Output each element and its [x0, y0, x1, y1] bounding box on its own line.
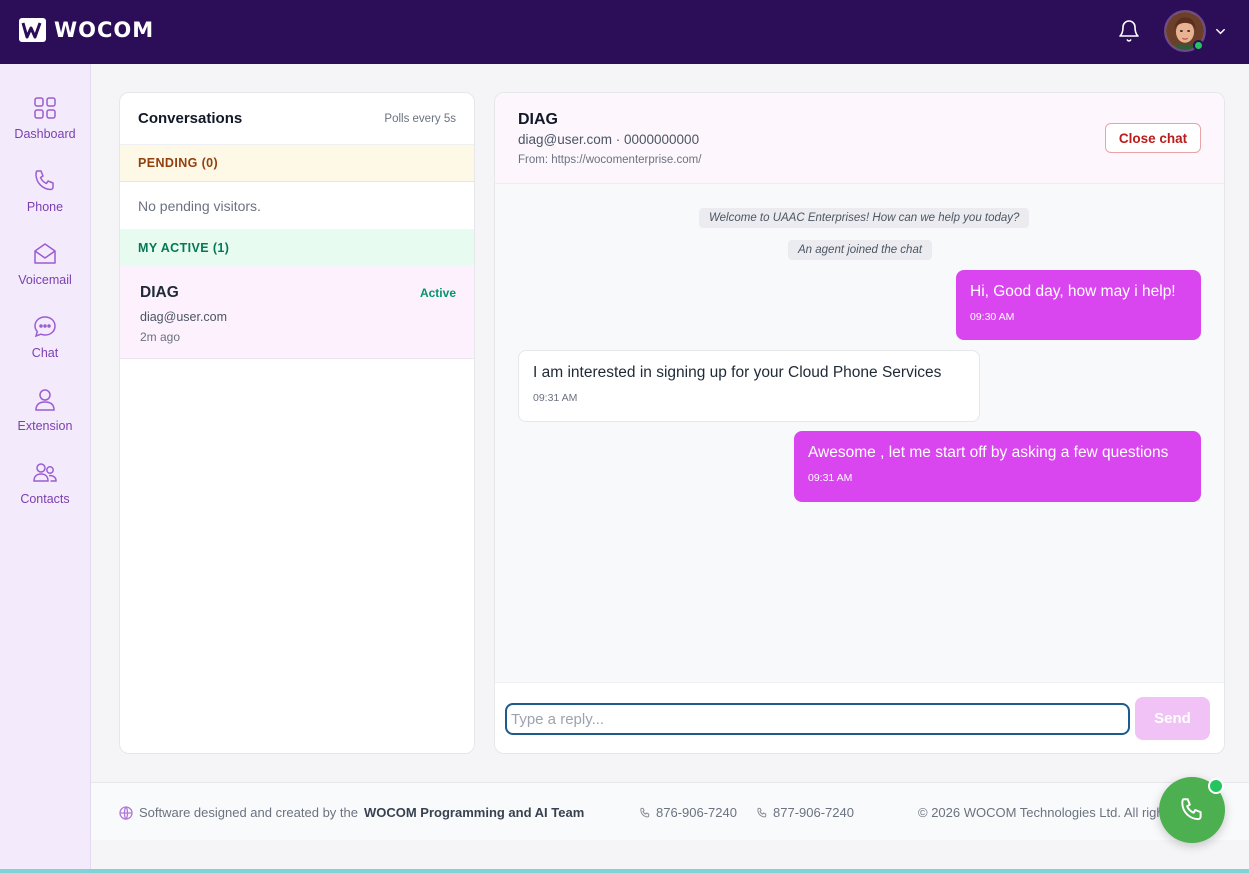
message-incoming: I am interested in signing up for your C… [518, 350, 980, 422]
chat-visitor-source: From: https://wocomenterprise.com/ [518, 154, 702, 166]
footer-credit: Software designed and created by the WOC… [119, 805, 584, 820]
phone-icon [757, 807, 767, 817]
sidebar-item-contacts[interactable]: Contacts [0, 460, 90, 520]
user-icon [35, 389, 55, 411]
online-status-dot [1193, 40, 1204, 51]
sidebar-item-dashboard[interactable]: Dashboard [0, 95, 90, 155]
message-time: 09:30 AM [970, 311, 1015, 323]
sidebar-item-phone[interactable]: Phone [0, 168, 90, 228]
envelope-icon [34, 243, 56, 264]
active-section-header: MY ACTIVE (1) [120, 229, 474, 266]
call-status-dot [1208, 778, 1224, 794]
sidebar-item-extension[interactable]: Extension [0, 387, 90, 447]
pending-empty-message: No pending visitors. [138, 197, 261, 214]
conversation-time: 2m ago [140, 330, 181, 344]
pending-section-header: PENDING (0) [120, 145, 474, 182]
sidebar: Dashboard Phone Voicemail Chat Extension [0, 64, 91, 873]
message-text: Awesome , let me start off by asking a f… [808, 444, 1169, 461]
message-outgoing: Awesome , let me start off by asking a f… [794, 431, 1201, 502]
sidebar-item-voicemail[interactable]: Voicemail [0, 241, 90, 301]
footer-phone-1[interactable]: 876-906-7240 [639, 805, 737, 820]
logo-mark-icon [19, 18, 46, 42]
message-outgoing: Hi, Good day, how may i help! 09:30 AM [956, 270, 1201, 340]
sidebar-item-label: Voicemail [18, 273, 72, 287]
chat-bubble-icon [34, 316, 56, 338]
footer-copyright: © 2026 WOCOM Technologies Ltd. All righ [918, 805, 1164, 820]
conversations-panel: Conversations Polls every 5s PENDING (0)… [119, 92, 475, 754]
footer-phone-text: 876-906-7240 [656, 805, 737, 820]
sidebar-item-label: Extension [17, 419, 73, 433]
footer: Software designed and created by the WOC… [91, 782, 1249, 840]
chat-messages[interactable]: Welcome to UAAC Enterprises! How can we … [495, 184, 1224, 682]
phone-icon [35, 170, 54, 191]
sidebar-item-label: Phone [26, 200, 64, 214]
brand-name: WOCOM [54, 18, 155, 42]
footer-phone-2[interactable]: 877-906-7240 [756, 805, 854, 820]
conversations-header: Conversations Polls every 5s [120, 93, 474, 145]
footer-credit-text: Software designed and created by the [139, 805, 358, 820]
status-badge: Active [419, 286, 456, 300]
chat-visitor-contact: diag@user.com · 0000000000 [518, 132, 700, 147]
close-chat-button[interactable]: Close chat [1105, 123, 1201, 153]
phone-icon [640, 807, 650, 817]
chat-header: DIAG diag@user.com · 0000000000 From: ht… [495, 93, 1224, 184]
sidebar-item-chat[interactable]: Chat [0, 314, 90, 374]
bell-icon[interactable] [1117, 19, 1141, 43]
system-message: Welcome to UAAC Enterprises! How can we … [699, 208, 1030, 228]
message-time: 09:31 AM [808, 472, 853, 484]
message-time: 09:31 AM [533, 392, 578, 404]
chat-visitor-name: DIAG [518, 111, 558, 128]
top-bar: WOCOM [0, 0, 1249, 64]
reply-bar: Send [495, 682, 1224, 753]
globe-icon [119, 805, 133, 820]
footer-credit-team: WOCOM Programming and AI Team [363, 805, 585, 820]
sidebar-item-label: Dashboard [14, 127, 76, 141]
sidebar-item-label: Chat [31, 346, 59, 360]
message-text: Hi, Good day, how may i help! [970, 283, 1176, 300]
system-message: An agent joined the chat [788, 240, 933, 260]
conversation-item[interactable]: DIAG Active diag@user.com 2m ago [120, 266, 474, 359]
sidebar-item-label: Contacts [20, 492, 70, 506]
conversation-name: DIAG [140, 284, 179, 301]
conversation-email: diag@user.com [140, 310, 228, 324]
reply-input[interactable] [505, 703, 1130, 735]
message-text: I am interested in signing up for your C… [533, 364, 942, 381]
chevron-down-icon[interactable] [1214, 25, 1227, 38]
footer-phone-text: 877-906-7240 [773, 805, 854, 820]
wocom-logo[interactable]: WOCOM [18, 16, 154, 44]
phone-icon [1181, 798, 1202, 821]
users-icon [33, 463, 57, 482]
chat-panel: DIAG diag@user.com · 0000000000 From: ht… [494, 92, 1225, 754]
send-button[interactable]: Send [1135, 697, 1210, 740]
conversations-title: Conversations [138, 110, 243, 127]
grid-icon [34, 97, 56, 119]
poll-note: Polls every 5s [384, 112, 456, 125]
bottom-edge-line [0, 869, 1249, 873]
